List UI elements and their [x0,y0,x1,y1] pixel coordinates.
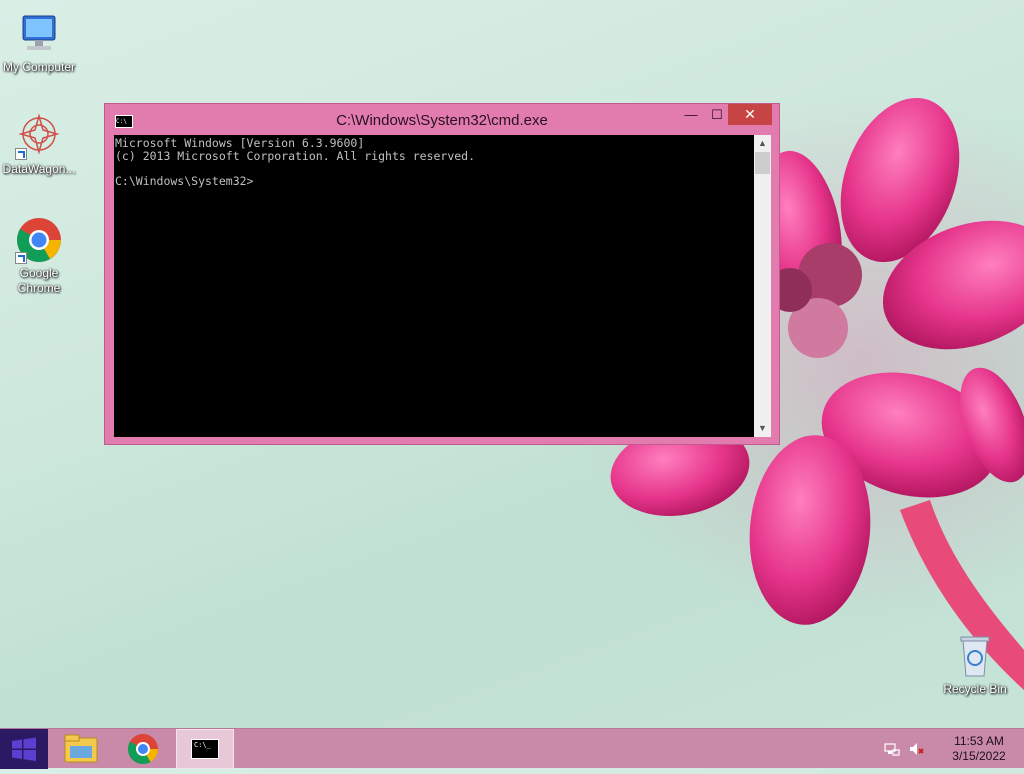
system-tray: 11:53 AM 3/15/2022 [884,729,1024,769]
recycle-bin-icon [951,632,999,680]
volume-muted-icon[interactable] [908,741,924,757]
vertical-scrollbar[interactable]: ▲ ▼ [754,135,771,437]
google-chrome-shortcut[interactable]: Google Chrome [0,216,78,296]
maximize-button[interactable]: ☐ [703,104,731,125]
datawagon-icon [15,112,63,160]
clock-date: 3/15/2022 [952,749,1006,763]
recycle-bin-shortcut[interactable]: Recycle Bin [936,632,1014,697]
google-chrome-label: Google Chrome [17,266,61,295]
network-icon[interactable] [884,741,900,757]
datawagon-shortcut[interactable]: DataWagon... [0,112,78,177]
taskbar: C:\_ 11:53 AM 3/15/2022 [0,728,1024,769]
clock-time: 11:53 AM [954,734,1004,748]
datawagon-label: DataWagon... [2,162,76,176]
console-output[interactable]: Microsoft Windows [Version 6.3.9600] (c)… [114,135,754,437]
recycle-bin-label: Recycle Bin [943,682,1007,696]
windows-logo-icon [12,737,36,761]
minimize-button[interactable]: — [677,104,705,125]
cmd-icon: C:\_ [191,739,219,759]
close-button[interactable]: ✕ [728,104,772,125]
taskbar-cmd[interactable]: C:\_ [176,729,234,769]
shortcut-arrow-icon [15,148,27,160]
my-computer-label: My Computer [2,60,76,74]
scroll-down-arrow-icon[interactable]: ▼ [754,420,771,437]
my-computer-shortcut[interactable]: My Computer [0,10,78,75]
title-bar[interactable]: C:\ C:\Windows\System32\cmd.exe — ☐ ✕ [105,104,779,135]
chrome-icon [127,734,158,765]
chrome-icon [15,216,63,264]
start-button[interactable] [0,729,48,769]
scroll-up-arrow-icon[interactable]: ▲ [754,135,771,152]
taskbar-chrome[interactable] [114,729,172,769]
scroll-thumb[interactable] [755,152,770,174]
shortcut-arrow-icon [15,252,27,264]
taskbar-file-explorer[interactable] [52,729,110,769]
cmd-window[interactable]: C:\ C:\Windows\System32\cmd.exe — ☐ ✕ Mi… [104,103,780,445]
clock[interactable]: 11:53 AM 3/15/2022 [944,734,1014,764]
file-explorer-icon [64,734,98,763]
computer-icon [15,10,63,58]
